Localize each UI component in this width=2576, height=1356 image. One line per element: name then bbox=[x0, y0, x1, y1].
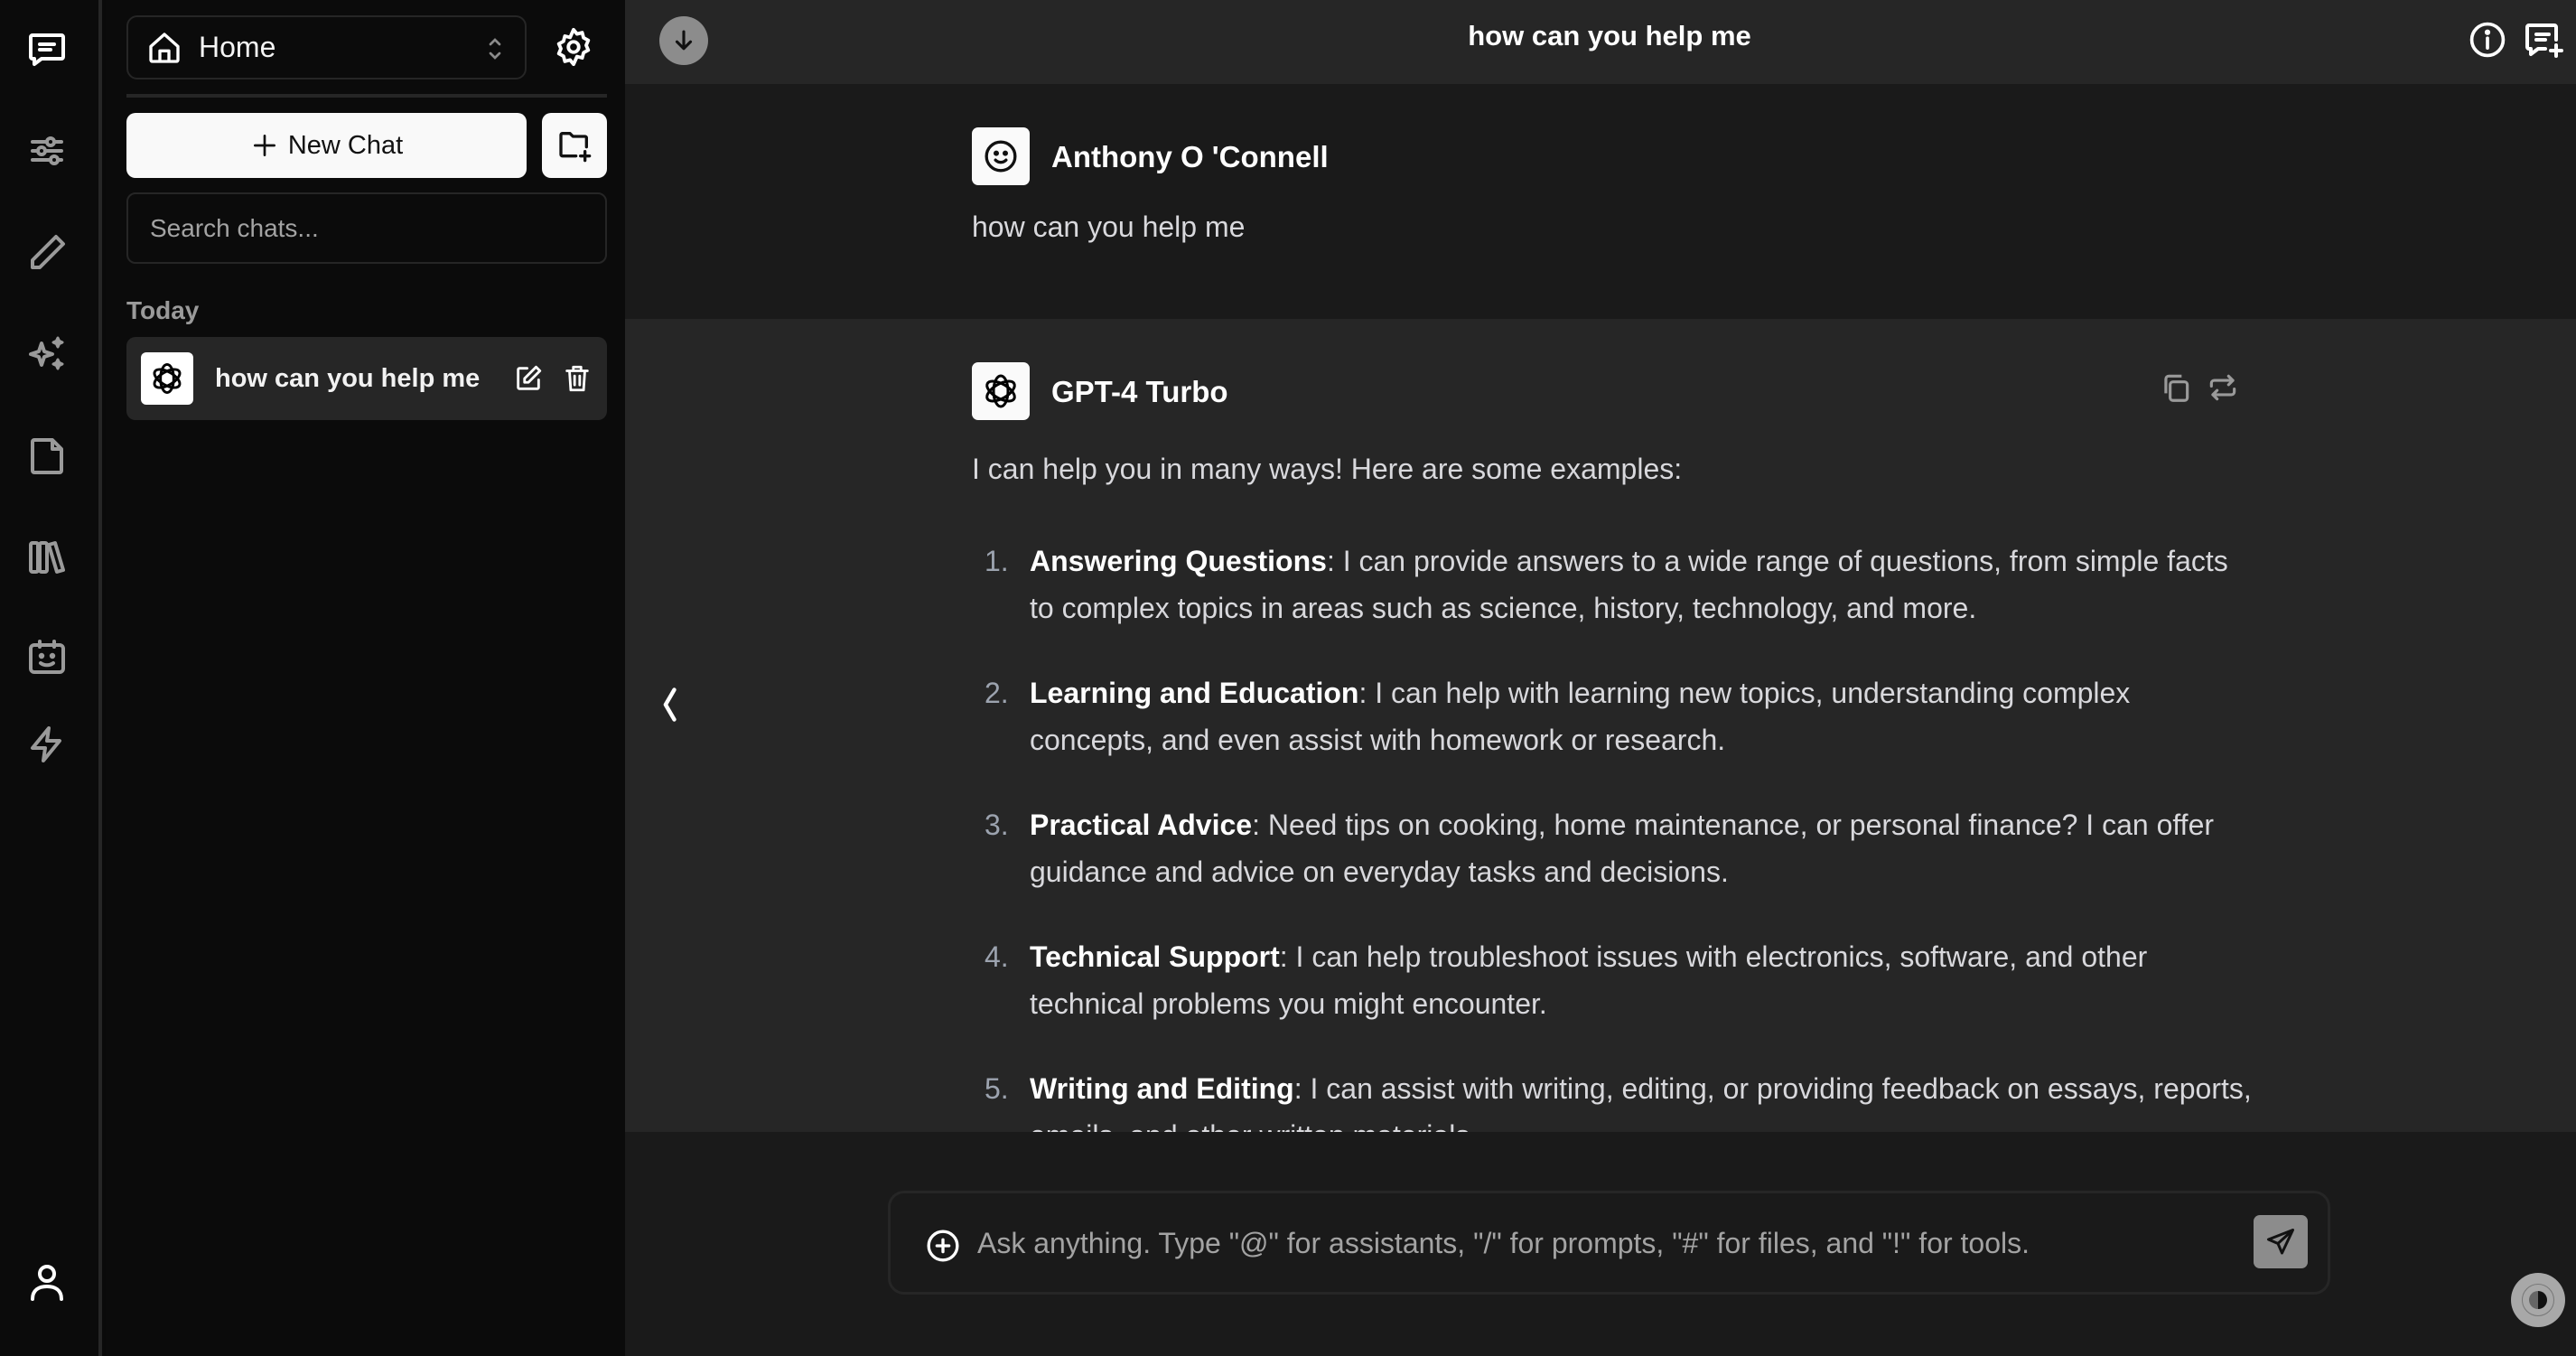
item-title: Practical Advice bbox=[1030, 809, 1253, 841]
plus-circle-icon bbox=[927, 1230, 959, 1262]
sidebar: Home New Chat Today how can you help me bbox=[106, 0, 625, 1356]
pencil-icon bbox=[31, 235, 65, 269]
rail-models-button[interactable] bbox=[25, 636, 69, 679]
icon-rail bbox=[0, 0, 102, 1356]
chat-header: how can you help me bbox=[625, 0, 2576, 84]
delete-chat-button[interactable] bbox=[562, 362, 593, 395]
rail-prompts-button[interactable] bbox=[25, 231, 69, 275]
rail-files-button[interactable] bbox=[25, 435, 69, 478]
user-avatar bbox=[972, 127, 1030, 185]
rail-assistants-button[interactable] bbox=[25, 332, 69, 376]
chat-list-item[interactable]: how can you help me bbox=[126, 337, 607, 420]
answer-list-item: 2. Learning and Education: I can help wit… bbox=[985, 677, 2131, 756]
workspace-name: Home bbox=[199, 31, 276, 63]
search-chats-input[interactable] bbox=[126, 192, 607, 264]
help-button[interactable] bbox=[2511, 1273, 2565, 1327]
chat-title-header: how can you help me bbox=[1468, 20, 1751, 51]
rail-collections-button[interactable] bbox=[25, 536, 69, 579]
item-title: Writing and Editing bbox=[1030, 1072, 1294, 1105]
send-button[interactable] bbox=[2254, 1215, 2308, 1268]
assistant-avatar bbox=[972, 362, 1030, 420]
new-chat-label: New Chat bbox=[287, 130, 404, 160]
bot-icon bbox=[29, 640, 65, 674]
copy-icon bbox=[2164, 374, 2189, 402]
chat-main: how can you help me Anthony O 'Connell h… bbox=[625, 0, 2576, 1356]
workspace-select[interactable]: Home bbox=[126, 15, 527, 79]
home-icon bbox=[146, 30, 182, 66]
bolt-icon bbox=[31, 726, 61, 762]
answer-list-item: 5. Writing and Editing: I can assist with… bbox=[972, 1065, 2254, 1132]
rail-parameters-button[interactable] bbox=[25, 129, 69, 173]
user-message: Anthony O 'Connell how can you help me bbox=[625, 84, 2576, 319]
item-title: Answering Questions bbox=[1030, 545, 1327, 577]
chat-info-button[interactable] bbox=[2468, 20, 2507, 60]
rail-tools-button[interactable] bbox=[25, 723, 69, 766]
assistant-message: GPT-4 Turbo I can help you in many ways!… bbox=[625, 319, 2576, 1132]
message-input[interactable] bbox=[977, 1213, 2242, 1273]
openai-logo-icon bbox=[141, 352, 193, 405]
new-folder-button[interactable] bbox=[542, 113, 607, 178]
answer-list-item: 4. Technical Support: I can help troubles… bbox=[985, 940, 2148, 1020]
trash-icon bbox=[565, 365, 589, 392]
smile-icon bbox=[985, 140, 1017, 173]
attach-button[interactable] bbox=[925, 1228, 961, 1264]
sparkles-icon bbox=[29, 336, 64, 370]
header-new-chat-button[interactable] bbox=[2522, 18, 2565, 61]
assistant-answer: I can help you in many ways! Here are so… bbox=[972, 445, 2254, 1132]
edit-icon bbox=[517, 365, 542, 390]
regenerate-button[interactable] bbox=[2206, 370, 2240, 405]
copy-button[interactable] bbox=[2159, 370, 2193, 405]
chat-title: how can you help me bbox=[215, 363, 481, 393]
info-icon bbox=[2469, 22, 2506, 58]
answer-list: 1. Answering Questions: I can provide ans… bbox=[972, 538, 2254, 1132]
file-icon bbox=[31, 438, 63, 474]
message-plus-icon bbox=[2525, 23, 2563, 58]
gear-icon bbox=[556, 27, 591, 67]
repeat-icon bbox=[2209, 374, 2236, 401]
chevron-up-down-icon bbox=[485, 35, 505, 67]
answer-list-item: 1. Answering Questions: I can provide ans… bbox=[985, 545, 2228, 624]
plus-icon bbox=[253, 135, 275, 156]
item-title: Learning and Education bbox=[1030, 677, 1359, 709]
rail-chats-button[interactable] bbox=[25, 28, 69, 71]
answer-intro: I can help you in many ways! Here are so… bbox=[972, 453, 1683, 485]
composer bbox=[888, 1191, 2330, 1295]
collapse-sidebar-button[interactable] bbox=[656, 685, 683, 725]
openai-logo-icon bbox=[985, 374, 1016, 408]
sidebar-divider bbox=[126, 94, 607, 98]
message-text: how can you help me bbox=[972, 210, 1246, 243]
item-title: Technical Support bbox=[1030, 940, 1280, 973]
sliders-icon bbox=[31, 136, 63, 165]
profile-button[interactable] bbox=[25, 1261, 69, 1305]
new-chat-button[interactable]: New Chat bbox=[126, 113, 527, 178]
answer-list-item: 3. Practical Advice: Need tips on cooking… bbox=[985, 809, 2215, 888]
folder-plus-icon bbox=[559, 132, 592, 163]
composer-area bbox=[625, 1132, 2576, 1356]
user-icon bbox=[31, 1265, 63, 1301]
send-icon bbox=[2267, 1228, 2294, 1254]
settings-button[interactable] bbox=[553, 26, 594, 68]
message-sender: Anthony O 'Connell bbox=[1051, 140, 1329, 173]
message-square-icon bbox=[29, 33, 65, 66]
section-label-today: Today bbox=[126, 296, 200, 324]
message-sender: GPT-4 Turbo bbox=[1051, 375, 1228, 408]
chevron-left-icon bbox=[663, 687, 677, 722]
library-icon bbox=[29, 541, 65, 574]
edit-chat-button[interactable] bbox=[513, 362, 544, 395]
help-icon bbox=[2522, 1284, 2554, 1316]
